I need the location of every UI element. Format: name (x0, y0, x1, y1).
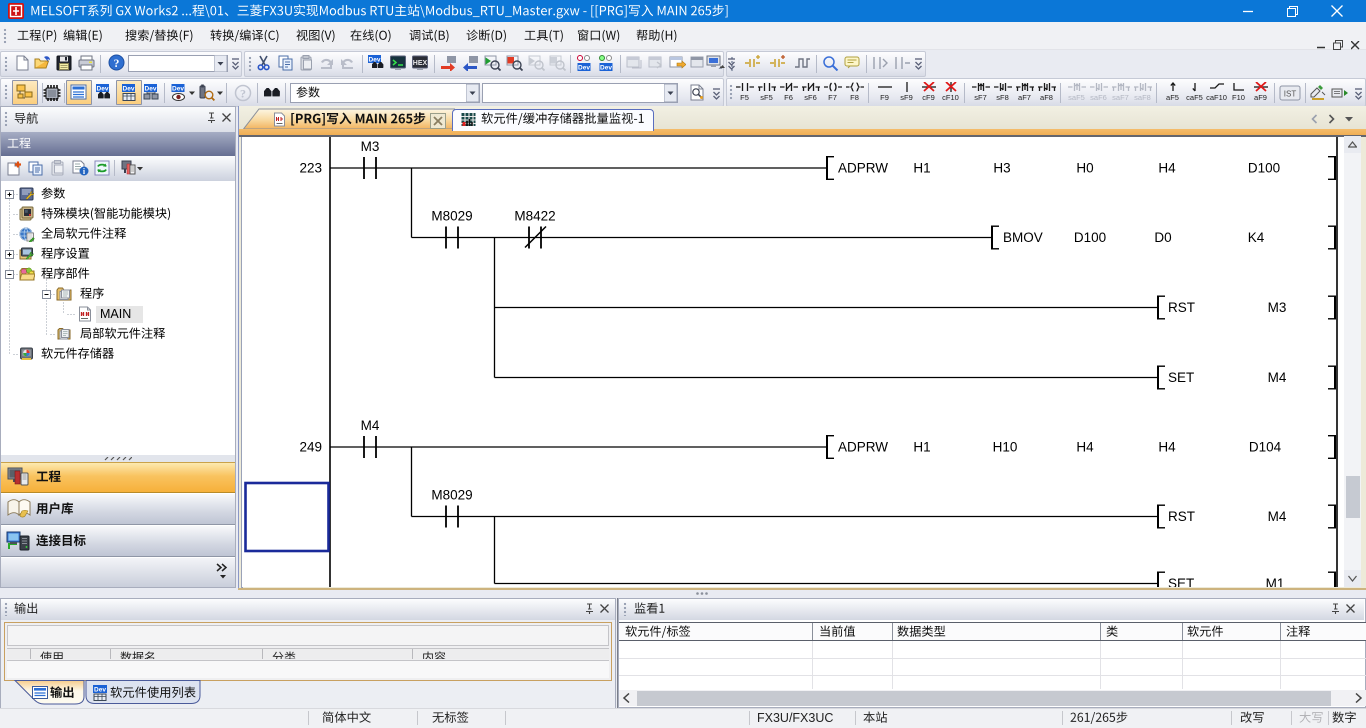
svg-text:H4: H4 (1158, 439, 1176, 454)
svg-text:D104: D104 (1249, 439, 1282, 454)
svg-text:249: 249 (299, 439, 322, 454)
svg-text:M8029: M8029 (431, 487, 472, 502)
svg-text:M4: M4 (1268, 370, 1287, 385)
svg-text:ADPRW: ADPRW (838, 439, 888, 454)
svg-text:H10: H10 (993, 439, 1018, 454)
svg-text:H3: H3 (993, 160, 1010, 175)
svg-text:RST: RST (1168, 509, 1195, 524)
svg-text:M3: M3 (1268, 300, 1287, 315)
svg-text:Dev: Dev (145, 86, 157, 93)
svg-text:RST: RST (1168, 300, 1195, 315)
svg-text:Dev: Dev (600, 65, 612, 72)
svg-text:BMOV: BMOV (1003, 230, 1043, 245)
svg-text:Dev: Dev (172, 86, 184, 93)
svg-text:Dev: Dev (97, 86, 109, 93)
svg-text:?: ? (240, 87, 246, 101)
svg-text:D100: D100 (1074, 230, 1106, 245)
svg-text:?: ? (114, 58, 120, 70)
svg-text:Dev: Dev (94, 687, 106, 694)
svg-text:H1: H1 (913, 439, 930, 454)
svg-text:H1: H1 (913, 160, 930, 175)
svg-text:D0: D0 (1154, 230, 1171, 245)
svg-text:M8029: M8029 (431, 208, 472, 223)
svg-text:M1: M1 (1266, 576, 1285, 587)
svg-text:SET: SET (1168, 370, 1194, 385)
svg-text:D100: D100 (1248, 160, 1280, 175)
svg-text:HEX: HEX (413, 60, 428, 67)
svg-text:223: 223 (299, 160, 322, 175)
svg-text:H4: H4 (1158, 160, 1176, 175)
svg-text:M8422: M8422 (514, 208, 555, 223)
svg-text:K4: K4 (1248, 230, 1265, 245)
svg-text:Dev: Dev (123, 86, 135, 93)
svg-text:ADPRW: ADPRW (838, 160, 888, 175)
svg-text:M4: M4 (1268, 509, 1287, 524)
svg-text:SET: SET (1168, 576, 1194, 587)
svg-text:Dev: Dev (578, 65, 590, 72)
svg-text:M3: M3 (361, 139, 380, 154)
svg-text:IST: IST (1284, 90, 1297, 99)
svg-text:H0: H0 (1076, 160, 1093, 175)
svg-text:H4: H4 (1076, 439, 1094, 454)
svg-text:M4: M4 (361, 418, 380, 433)
